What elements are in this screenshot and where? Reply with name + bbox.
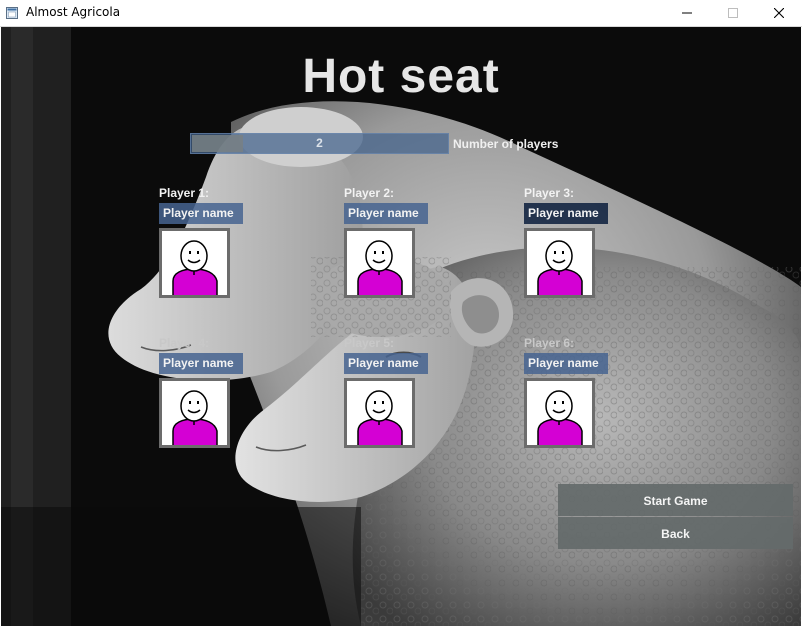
player-count-label: Number of players — [453, 137, 559, 151]
player-6-label: Player 6: — [524, 336, 575, 350]
player-1-avatar[interactable] — [159, 228, 230, 298]
player-4-label: Player 4: — [159, 336, 210, 350]
player-avatar-icon — [357, 390, 403, 445]
player-avatar-icon — [172, 240, 218, 295]
back-button[interactable]: Back — [558, 517, 793, 549]
player-avatar-icon — [537, 240, 583, 295]
maximize-button[interactable] — [710, 0, 756, 26]
page-title: Hot seat — [302, 50, 500, 103]
player-6-name-input[interactable] — [524, 353, 608, 374]
player-1-name-input[interactable] — [159, 203, 243, 224]
close-icon — [774, 8, 784, 18]
player-1-label: Player 1: — [159, 186, 210, 200]
player-avatar-icon — [357, 240, 403, 295]
player-5-avatar[interactable] — [344, 378, 415, 448]
window-titlebar[interactable]: Almost Agricola — [0, 0, 802, 27]
player-3-avatar[interactable] — [524, 228, 595, 298]
player-2-label: Player 2: — [344, 186, 395, 200]
player-avatar-icon — [172, 390, 218, 445]
player-count-value: 2 — [316, 136, 323, 150]
hot-seat-screen: Hot seat 2 Number of players Player 1: P… — [1, 27, 801, 626]
close-button[interactable] — [756, 0, 802, 26]
minimize-icon — [682, 12, 692, 14]
player-2-name-input[interactable] — [344, 203, 428, 224]
app-window-icon — [6, 6, 18, 19]
start-game-button[interactable]: Start Game — [558, 484, 793, 516]
player-5-label: Player 5: — [344, 336, 395, 350]
minimize-button[interactable] — [664, 0, 710, 26]
player-6-avatar[interactable] — [524, 378, 595, 448]
maximize-icon — [728, 8, 738, 18]
player-count-slider[interactable]: 2 — [190, 133, 449, 154]
player-avatar-icon — [537, 390, 583, 445]
player-2-avatar[interactable] — [344, 228, 415, 298]
player-4-avatar[interactable] — [159, 378, 230, 448]
player-4-name-input[interactable] — [159, 353, 243, 374]
player-3-name-input[interactable] — [524, 203, 608, 224]
player-3-label: Player 3: — [524, 186, 575, 200]
window-title: Almost Agricola — [26, 5, 121, 19]
player-5-name-input[interactable] — [344, 353, 428, 374]
